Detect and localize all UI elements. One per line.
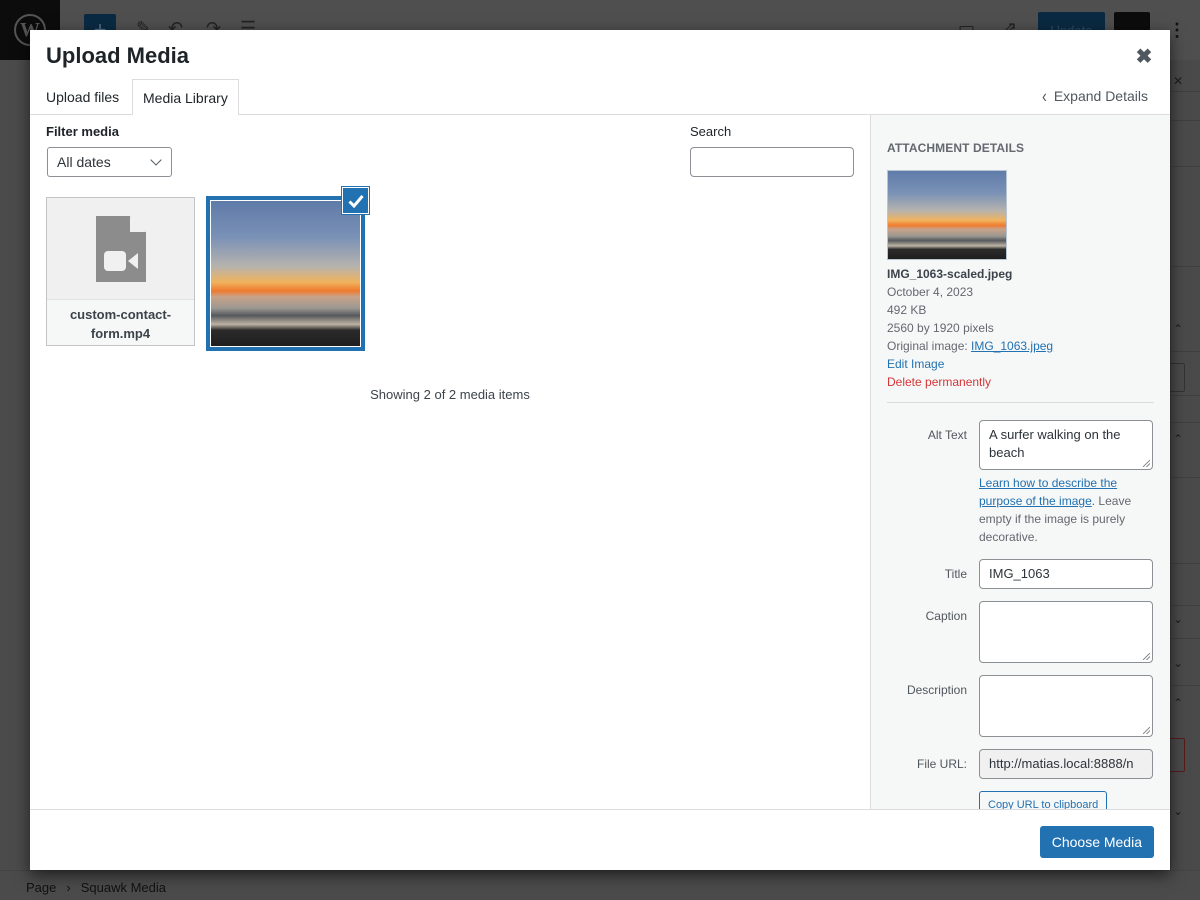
editor-footer xyxy=(0,870,1200,900)
media-item-video[interactable]: custom-contact-form.mp4 xyxy=(46,197,195,346)
upload-media-modal: Upload Media ✖ Upload files Media Librar… xyxy=(30,30,1170,870)
attachment-details-heading: Attachment Details xyxy=(887,141,1025,155)
media-count-status: Showing 2 of 2 media items xyxy=(370,387,530,402)
date-filter-select[interactable]: All dates xyxy=(47,147,172,177)
filter-media-label: Filter media xyxy=(46,124,119,139)
chevron-left-icon: ‹ xyxy=(1042,85,1047,107)
breadcrumb: Page › Squawk Media xyxy=(26,880,166,895)
media-browser: Filter media All dates Search custom-con… xyxy=(30,115,870,809)
title-label: Title xyxy=(944,567,967,581)
sunset-image xyxy=(888,171,1006,259)
alt-text-label: Alt Text xyxy=(927,428,967,442)
attachment-filesize: 492 KB xyxy=(887,303,927,317)
alt-text-field[interactable]: A surfer walking on the beach xyxy=(979,420,1153,470)
video-file-icon xyxy=(95,216,146,282)
description-field[interactable] xyxy=(979,675,1153,737)
edit-image-link[interactable]: Edit Image xyxy=(887,357,944,371)
original-image-link[interactable]: IMG_1063.jpeg xyxy=(971,339,1053,353)
media-item-image[interactable] xyxy=(206,196,365,351)
expand-details-button[interactable]: ‹ Expand Details xyxy=(1042,85,1148,107)
file-url-field[interactable]: http://matias.local:8888/n xyxy=(979,749,1153,779)
attachment-info: IMG_1063-scaled.jpeg October 4, 2023 492… xyxy=(887,265,1053,391)
close-icon: ✕ xyxy=(1173,74,1184,88)
checkmark-icon xyxy=(347,194,364,208)
breadcrumb-separator-icon: › xyxy=(66,880,71,895)
tab-media-library[interactable]: Media Library xyxy=(132,79,239,116)
modal-toolbar: Choose Media xyxy=(30,809,1170,870)
attachment-dimensions: 2560 by 1920 pixels xyxy=(887,321,994,335)
original-image-row: Original image: IMG_1063.jpeg xyxy=(887,337,1053,355)
breadcrumb-item: Squawk Media xyxy=(80,880,166,895)
caption-label: Caption xyxy=(925,609,967,623)
alt-text-help: Learn how to describe the purpose of the… xyxy=(979,474,1155,546)
delete-permanently-link[interactable]: Delete permanently xyxy=(887,375,991,389)
expand-details-label: Expand Details xyxy=(1053,88,1148,104)
title-field[interactable]: IMG_1063 xyxy=(979,559,1153,589)
editor-sidebar: ✕ ⌃ ⌃ ⌄ ⌄ ⌃ ⌄ xyxy=(1161,60,1200,870)
breadcrumb-item: Page xyxy=(26,880,57,895)
search-input[interactable] xyxy=(690,147,854,177)
chevron-up-icon: ⌃ xyxy=(1173,696,1184,710)
video-preview xyxy=(47,198,194,300)
close-icon: ✖ xyxy=(1135,45,1153,68)
divider xyxy=(887,402,1154,403)
caption-field[interactable] xyxy=(979,601,1153,663)
search-label: Search xyxy=(690,124,732,139)
copy-url-button[interactable]: Copy URL to clipboard xyxy=(979,791,1108,809)
chevron-up-icon: ⌃ xyxy=(1173,432,1184,446)
close-button[interactable]: ✖ xyxy=(1132,44,1156,68)
media-item-filename: custom-contact-form.mp4 xyxy=(47,299,194,345)
file-url-label: File URL: xyxy=(916,757,967,771)
choose-media-button[interactable]: Choose Media xyxy=(1039,826,1154,858)
tab-upload-files[interactable]: Upload files xyxy=(36,79,129,115)
sunset-image xyxy=(211,201,360,346)
attachment-details-panel: Attachment Details IMG_1063-scaled.jpeg … xyxy=(870,115,1170,809)
description-label: Description xyxy=(906,683,967,697)
original-image-label: Original image: xyxy=(887,339,968,353)
attachment-filename: IMG_1063-scaled.jpeg xyxy=(887,267,1013,281)
modal-tabs: Upload files Media Library ‹ Expand Deta… xyxy=(30,79,1170,116)
selected-checkbox[interactable] xyxy=(342,187,369,214)
modal-title: Upload Media xyxy=(46,43,190,68)
chevron-down-icon xyxy=(150,154,162,166)
more-options-icon: ⋮ xyxy=(1168,20,1186,40)
chevron-up-icon: ⌃ xyxy=(1173,322,1184,336)
chevron-down-icon: ⌄ xyxy=(1173,656,1184,670)
attachment-date: October 4, 2023 xyxy=(887,285,974,299)
chevron-down-icon: ⌄ xyxy=(1173,804,1184,818)
date-filter-value: All dates xyxy=(57,154,111,170)
attachment-thumbnail xyxy=(887,170,1007,260)
chevron-down-icon: ⌄ xyxy=(1173,612,1184,626)
